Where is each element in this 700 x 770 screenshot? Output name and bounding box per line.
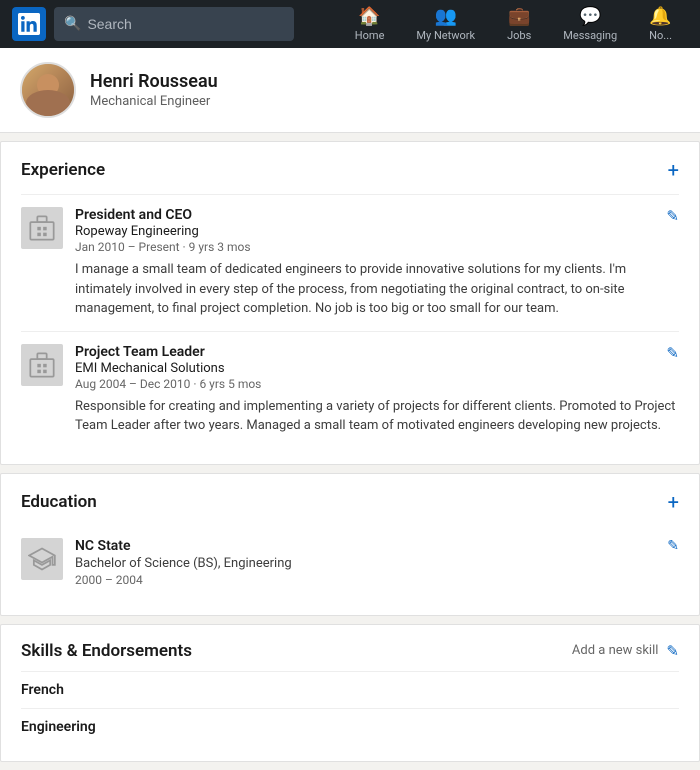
skill-name-1: French — [21, 682, 64, 698]
profile-name: Henri Rousseau — [90, 71, 218, 92]
messaging-icon: 💬 — [579, 6, 601, 27]
experience-header: Experience + — [21, 158, 679, 182]
nav-label-notifications: No... — [649, 29, 672, 42]
edu-degree-1: Bachelor of Science (BS), Engineering — [75, 556, 679, 571]
profile-title: Mechanical Engineer — [90, 94, 218, 109]
skills-title: Skills & Endorsements — [21, 641, 192, 661]
nav-items: 🏠 Home 👥 My Network 💼 Jobs 💬 Messaging 🔔… — [339, 0, 688, 48]
exp-company-2: EMI Mechanical Solutions — [75, 361, 679, 376]
exp-title-1: President and CEO — [75, 207, 679, 223]
notifications-icon: 🔔 — [649, 6, 671, 27]
exp-desc-1: I manage a small team of dedicated engin… — [75, 260, 679, 319]
skill-item-1: French — [21, 671, 679, 708]
home-icon: 🏠 — [358, 6, 380, 27]
add-experience-button[interactable]: + — [668, 158, 679, 182]
company-logo-2 — [21, 344, 63, 386]
skill-item-2: Engineering — [21, 708, 679, 745]
education-item-1: NC State Bachelor of Science (BS), Engin… — [21, 526, 679, 599]
school-logo-1 — [21, 538, 63, 580]
skill-name-2: Engineering — [21, 719, 96, 735]
education-section: Education + NC State Bachelor of Science… — [0, 473, 700, 616]
exp-desc-2: Responsible for creating and implementin… — [75, 397, 679, 436]
exp-date-2: Aug 2004 – Dec 2010 · 6 yrs 5 mos — [75, 377, 679, 391]
skills-header: Skills & Endorsements Add a new skill — [21, 641, 679, 661]
nav-label-messaging: Messaging — [563, 29, 617, 42]
education-header: Education + — [21, 490, 679, 514]
profile-info: Henri Rousseau Mechanical Engineer — [90, 71, 218, 109]
exp-content-2: Project Team Leader EMI Mechanical Solut… — [75, 344, 679, 436]
edit-experience-2-button[interactable] — [666, 344, 679, 362]
nav-item-messaging[interactable]: 💬 Messaging — [547, 0, 633, 48]
linkedin-logo[interactable] — [12, 7, 46, 41]
nav-item-notifications[interactable]: 🔔 No... — [633, 0, 688, 48]
experience-item-1: President and CEO Ropeway Engineering Ja… — [21, 194, 679, 331]
search-input[interactable] — [87, 16, 284, 32]
nav-label-jobs: Jobs — [507, 29, 531, 42]
nav-item-jobs[interactable]: 💼 Jobs — [491, 0, 547, 48]
nav-item-home[interactable]: 🏠 Home — [339, 0, 401, 48]
school-icon — [28, 545, 56, 573]
profile-header: Henri Rousseau Mechanical Engineer — [0, 48, 700, 133]
exp-company-1: Ropeway Engineering — [75, 224, 679, 239]
add-skill-button[interactable]: Add a new skill — [572, 643, 659, 658]
jobs-icon: 💼 — [508, 6, 530, 27]
edu-school-1: NC State — [75, 538, 679, 554]
edu-content-1: NC State Bachelor of Science (BS), Engin… — [75, 538, 679, 587]
company-logo-1 — [21, 207, 63, 249]
edit-education-1-button[interactable] — [667, 538, 679, 554]
navbar: 🔍 🏠 Home 👥 My Network 💼 Jobs 💬 Messaging… — [0, 0, 700, 48]
experience-section: Experience + President and CEO Ropeway E… — [0, 141, 700, 465]
nav-label-home: Home — [355, 29, 385, 42]
skills-actions: Add a new skill — [572, 642, 679, 660]
education-title: Education — [21, 492, 97, 512]
network-icon: 👥 — [435, 6, 457, 27]
exp-content-1: President and CEO Ropeway Engineering Ja… — [75, 207, 679, 319]
edu-years-1: 2000 – 2004 — [75, 573, 679, 587]
add-education-button[interactable]: + — [668, 490, 679, 514]
nav-label-network: My Network — [416, 29, 475, 42]
edit-skills-button[interactable] — [666, 642, 679, 660]
nav-item-network[interactable]: 👥 My Network — [400, 0, 491, 48]
exp-date-1: Jan 2010 – Present · 9 yrs 3 mos — [75, 240, 679, 254]
building-icon-2 — [28, 351, 56, 379]
experience-item-2: Project Team Leader EMI Mechanical Solut… — [21, 331, 679, 448]
avatar — [20, 62, 76, 118]
experience-title: Experience — [21, 160, 105, 180]
building-icon-1 — [28, 214, 56, 242]
edit-experience-1-button[interactable] — [666, 207, 679, 225]
search-bar[interactable]: 🔍 — [54, 7, 294, 41]
search-icon: 🔍 — [64, 16, 81, 32]
skills-section: Skills & Endorsements Add a new skill Fr… — [0, 624, 700, 762]
exp-title-2: Project Team Leader — [75, 344, 679, 360]
